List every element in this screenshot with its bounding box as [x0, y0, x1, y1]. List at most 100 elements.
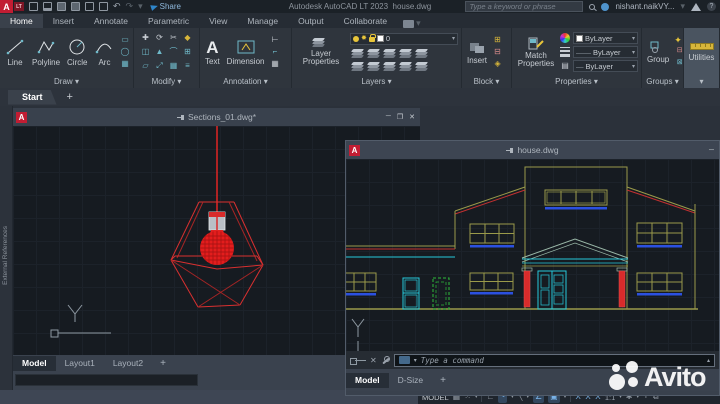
linetype-dropdown[interactable]: —ByLayer ▾: [573, 60, 638, 72]
layer-match-icon[interactable]: [416, 49, 427, 57]
panel-label-layers[interactable]: Layers ▾: [292, 76, 461, 88]
leader-icon[interactable]: ⌐: [269, 47, 280, 57]
polyline-tool[interactable]: Polyline: [30, 37, 62, 67]
customization-wrench-icon[interactable]: [381, 356, 390, 365]
sections-minimize-button[interactable]: ─: [386, 113, 391, 121]
house-title-bar[interactable]: A house.dwg ─: [346, 141, 719, 159]
file-tab-start[interactable]: Start: [8, 90, 57, 105]
external-references-palette-tab[interactable]: External References: [0, 106, 13, 390]
copy-tool-icon[interactable]: ◫: [140, 47, 151, 57]
move-tool-icon[interactable]: ✚: [140, 33, 151, 43]
help-icon[interactable]: ?: [707, 2, 716, 11]
ribbon-tab-parametric[interactable]: Parametric: [138, 14, 199, 28]
panel-label-groups[interactable]: Groups ▾: [642, 76, 683, 88]
command-cancel-icon[interactable]: ✕: [370, 356, 377, 365]
sections-tab-model[interactable]: Model: [13, 356, 56, 371]
redo-icon[interactable]: ↷: [126, 2, 134, 11]
fillet-tool-icon[interactable]: ⌒: [168, 47, 179, 57]
search-icon[interactable]: [589, 4, 595, 10]
offset-tool-icon[interactable]: ≡: [182, 61, 193, 71]
layer-unlock2-icon[interactable]: [400, 62, 411, 70]
erase-tool-icon[interactable]: ◆: [182, 33, 193, 43]
layer-off-icon[interactable]: [352, 49, 363, 57]
layer-state-icon[interactable]: [416, 62, 427, 70]
trim-tool-icon[interactable]: ✂: [168, 33, 179, 43]
print-icon[interactable]: [99, 2, 108, 11]
search-input[interactable]: Type a keyword or phrase: [465, 1, 583, 12]
panel-label-properties[interactable]: Properties ▾: [512, 76, 641, 88]
object-color-dropdown[interactable]: ByLayer ▾: [573, 32, 638, 44]
plot-icon[interactable]: [85, 2, 94, 11]
sections-restore-button[interactable]: ❐: [397, 113, 403, 121]
sections-close-button[interactable]: ✕: [409, 113, 415, 121]
autocad-logo-icon[interactable]: A: [0, 0, 13, 13]
panel-label-draw[interactable]: Draw ▾: [0, 76, 133, 88]
sections-tab-layout2[interactable]: Layout2: [104, 356, 152, 371]
explode-tool-icon[interactable]: ⊞: [182, 47, 193, 57]
layer-isolate-icon[interactable]: [368, 49, 379, 57]
match-properties-button[interactable]: Match Properties: [515, 37, 557, 68]
house-minimize-button[interactable]: ─: [709, 147, 714, 154]
text-tool[interactable]: A Text: [203, 39, 222, 66]
table-icon[interactable]: ▦: [269, 59, 280, 69]
ribbon-tab-insert[interactable]: Insert: [43, 14, 84, 28]
save-icon[interactable]: [57, 2, 66, 11]
new-file-icon[interactable]: [29, 2, 38, 11]
layer-lock-icon[interactable]: [400, 49, 411, 57]
stretch-tool-icon[interactable]: ▱: [140, 61, 151, 71]
ribbon-tab-view[interactable]: View: [199, 14, 237, 28]
create-block-icon[interactable]: ⊞: [492, 35, 503, 45]
line-tool[interactable]: Line: [3, 37, 27, 67]
ribbon-tab-annotate[interactable]: Annotate: [84, 14, 138, 28]
insert-block-button[interactable]: Insert: [465, 39, 489, 65]
autodesk-app-icon[interactable]: [691, 3, 701, 11]
rectangle-tool-icon[interactable]: ▭: [119, 35, 130, 45]
hatch-tool-icon[interactable]: ▦: [119, 59, 130, 69]
panel-label-annotation[interactable]: Annotation ▾: [200, 76, 291, 88]
command-history-icon[interactable]: [399, 356, 410, 364]
share-button[interactable]: Share: [151, 2, 181, 11]
sections-new-layout-button[interactable]: +: [152, 358, 174, 369]
open-file-icon[interactable]: [43, 2, 52, 11]
ribbon-tab-home[interactable]: Home: [0, 14, 43, 28]
dim-style-icon[interactable]: ⊢: [269, 35, 280, 45]
house-tab-dsize[interactable]: D-Size: [389, 373, 433, 388]
layer-prev-icon[interactable]: [384, 62, 395, 70]
sections-title-bar[interactable]: A Sections_01.dwg* ─ ❐ ✕: [13, 108, 420, 126]
layer-unisolate-icon[interactable]: [352, 62, 363, 70]
define-attribute-icon[interactable]: ◈: [492, 59, 503, 69]
edit-attribute-icon[interactable]: ⊟: [492, 47, 503, 57]
dimension-tool[interactable]: Dimension: [225, 39, 267, 66]
house-tab-model[interactable]: Model: [346, 373, 389, 388]
sections-command-area[interactable]: [15, 374, 198, 386]
layer-dropdown[interactable]: ✸ 0 ▾: [350, 33, 458, 45]
layer-thaw-all-icon[interactable]: [368, 62, 379, 70]
sections-tab-layout1[interactable]: Layout1: [56, 356, 104, 371]
save-as-icon[interactable]: [71, 2, 80, 11]
panel-label-block[interactable]: Block ▾: [462, 76, 511, 88]
array-tool-icon[interactable]: ▦: [168, 61, 179, 71]
panel-label-modify[interactable]: Modify ▾: [134, 76, 199, 88]
scale-tool-icon[interactable]: ⤢: [154, 61, 165, 71]
mirror-tool-icon[interactable]: ▲: [154, 47, 165, 57]
ribbon-tab-collaborate[interactable]: Collaborate: [334, 14, 397, 28]
ribbon-tab-output[interactable]: Output: [288, 14, 334, 28]
signed-in-user[interactable]: nishant.naikVY...: [615, 2, 674, 11]
lineweight-dropdown[interactable]: ——ByLayer ▾: [573, 46, 638, 58]
layer-properties-button[interactable]: Layer Properties: [295, 38, 347, 66]
ellipse-tool-icon[interactable]: ◯: [119, 47, 130, 57]
rotate-tool-icon[interactable]: ⟳: [154, 33, 165, 43]
qat-customize-icon[interactable]: ▾: [138, 2, 143, 11]
command-expand-icon[interactable]: ▴: [707, 357, 710, 364]
arc-tool[interactable]: Arc: [92, 37, 116, 67]
undo-icon[interactable]: ↶: [113, 2, 121, 11]
house-new-layout-button[interactable]: +: [432, 375, 454, 386]
utilities-caret[interactable]: ▾: [684, 76, 719, 88]
ribbon-overflow-button[interactable]: ▾: [403, 19, 421, 28]
group-button[interactable]: Group: [645, 40, 671, 64]
house-canvas[interactable]: [346, 159, 719, 351]
circle-tool[interactable]: Circle: [65, 37, 89, 67]
panel-utilities[interactable]: Utilities ▾: [684, 28, 720, 88]
layer-freeze-icon[interactable]: [384, 49, 395, 57]
user-menu-caret-icon[interactable]: ▾: [680, 2, 685, 11]
